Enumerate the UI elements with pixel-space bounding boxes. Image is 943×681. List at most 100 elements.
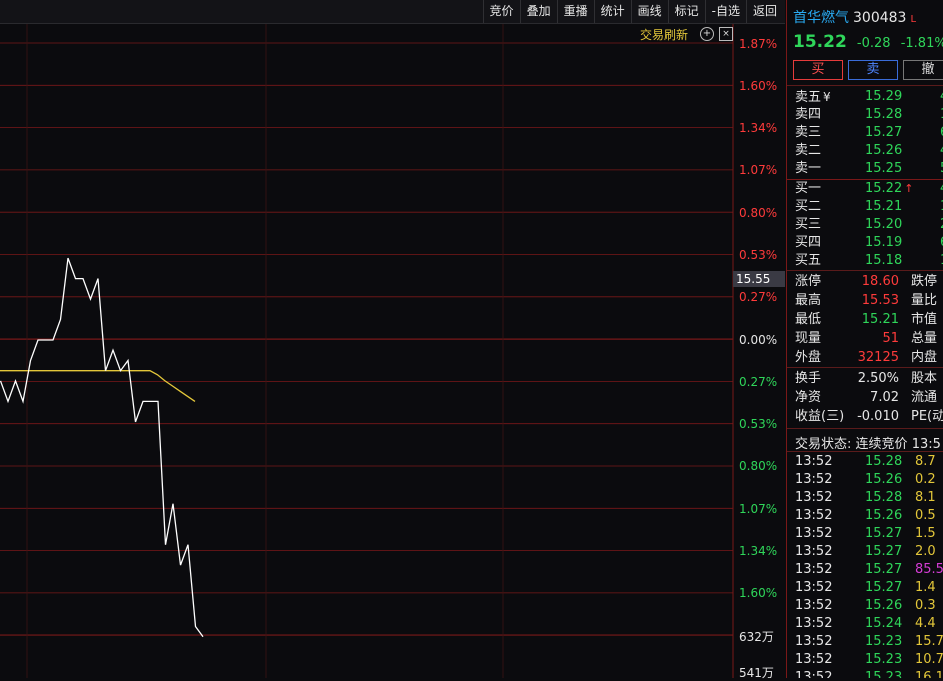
stock-name[interactable]: 首华燃气	[793, 10, 849, 26]
stat-label: 换手	[795, 371, 822, 386]
tick-price: 15.23	[865, 652, 903, 667]
tick-volume: 10.7	[915, 652, 943, 667]
divider	[787, 270, 943, 271]
arrow-up-icon: ↑	[904, 182, 914, 195]
price-row: 15.22 -0.28 -1.81%	[793, 32, 943, 52]
stat-label: 总量	[911, 331, 938, 346]
stat-label: 量比	[911, 293, 938, 308]
bid-price: 15.20	[865, 217, 903, 232]
stat-value: 15.53	[861, 293, 899, 308]
ask-level-label: 卖二	[795, 143, 822, 158]
y-axis-label: 0.53%	[739, 417, 778, 431]
stock-code: 300483	[853, 10, 907, 26]
tick-time: 13:52	[795, 598, 833, 613]
y-axis-label: 1.60%	[739, 79, 778, 93]
y-axis-label: 1.60%	[739, 586, 778, 600]
buy-button[interactable]: 买	[793, 60, 843, 80]
toolbar-mark-button[interactable]: 标记	[667, 0, 705, 23]
toolbar-remove-watchlist-button[interactable]: -自选	[704, 0, 746, 23]
toolbar-bidding-button[interactable]: 竞价	[482, 0, 520, 23]
tick-volume: 2.0	[915, 544, 936, 559]
divider	[787, 428, 943, 429]
y-axis-label: 1.87%	[739, 37, 778, 51]
cancel-order-button[interactable]: 撤	[903, 60, 943, 80]
tick-price: 15.26	[865, 598, 903, 613]
toolbar-back-button[interactable]: 返回	[745, 0, 783, 23]
y-axis-label: 1.07%	[739, 163, 778, 177]
y-axis-label: 1.34%	[739, 544, 778, 558]
stat-label: 股本	[911, 371, 938, 386]
y-axis-label: 0.00%	[739, 333, 778, 347]
bid-price: 15.22 ↑	[865, 181, 914, 196]
stat-value: 7.02	[870, 390, 899, 405]
zoom-in-icon[interactable]: +	[700, 27, 714, 41]
tick-volume: 8.7	[915, 454, 936, 469]
tick-price: 15.26	[865, 508, 903, 523]
tick-price: 15.23	[865, 670, 903, 678]
toolbar-stats-button[interactable]: 统计	[593, 0, 631, 23]
ask-level-label: 卖一	[795, 161, 822, 176]
tick-price: 15.28	[865, 454, 903, 469]
stock-header: 首华燃气 300483 L	[793, 7, 916, 27]
y-axis-label: 632万	[739, 630, 774, 644]
bid-level-label: 买三	[795, 217, 822, 232]
stat-label: 内盘	[911, 350, 938, 365]
tick-time: 13:52	[795, 490, 833, 505]
stat-value: 18.60	[861, 274, 899, 289]
tick-price: 15.27	[865, 580, 903, 595]
y-axis-label: 0.27%	[739, 290, 778, 304]
stat-value: 51	[882, 331, 899, 346]
toolbar-draw-button[interactable]: 画线	[630, 0, 668, 23]
price-change-pct: -1.81%	[900, 36, 943, 51]
tick-price: 15.24	[865, 616, 903, 631]
bid-level-label: 买二	[795, 199, 822, 214]
last-price: 15.22	[793, 32, 847, 52]
y-axis-label: 0.53%	[739, 248, 778, 262]
stat-label: 现量	[795, 331, 822, 346]
tick-time: 13:52	[795, 562, 833, 577]
tick-time: 13:52	[795, 634, 833, 649]
tick-volume: 4.4	[915, 616, 936, 631]
trade-refresh-label[interactable]: 交易刷新	[640, 26, 688, 43]
trade-status-value: 连续竞价	[855, 437, 908, 452]
tick-time: 13:52	[795, 580, 833, 595]
toolbar-replay-button[interactable]: 重播	[556, 0, 594, 23]
tick-price: 15.26	[865, 472, 903, 487]
sell-button[interactable]: 卖	[848, 60, 898, 80]
tick-volume: 8.1	[915, 490, 936, 505]
bid-level-label: 买一	[795, 181, 822, 196]
stat-value: 15.21	[861, 312, 899, 327]
intraday-chart[interactable]: 交易刷新 + × 15.55 1.87% 1.60% 1.34% 1.07% 0.80%…	[0, 24, 785, 680]
trade-status-label: 交易状态:	[795, 437, 852, 452]
y-axis-label: 1.07%	[739, 502, 778, 516]
tick-volume: 0.2	[915, 472, 936, 487]
toolbar-overlay-button[interactable]: 叠加	[519, 0, 557, 23]
trade-buttons: 买 卖 撤	[793, 60, 943, 80]
bid-price: 15.19	[865, 235, 903, 250]
close-icon[interactable]: ×	[719, 27, 733, 41]
y-axis-label: 541万	[739, 666, 774, 680]
trade-status-time: 13:5	[911, 437, 941, 452]
ask-price: 15.29	[865, 89, 903, 104]
divider	[787, 451, 943, 452]
stat-label: 外盘	[795, 350, 822, 365]
tick-time: 13:52	[795, 526, 833, 541]
tick-volume: 1.5	[915, 526, 936, 541]
ask-level-label: 卖四	[795, 107, 822, 122]
stat-label: 市值	[911, 312, 938, 327]
stat-value: 2.50%	[857, 371, 899, 386]
tick-volume: 1.4	[915, 580, 936, 595]
price-change: -0.28	[856, 36, 891, 51]
tick-volume: 0.3	[915, 598, 936, 613]
tick-price: 15.27	[865, 562, 903, 577]
ask-price: 15.25	[865, 161, 903, 176]
chart-canvas	[0, 24, 734, 678]
tick-time: 13:52	[795, 652, 833, 667]
divider	[787, 367, 943, 368]
tick-time: 13:52	[795, 544, 833, 559]
price-line	[0, 257, 204, 638]
ask-price: 15.27	[865, 125, 903, 140]
stat-label: 净资	[795, 390, 822, 405]
bid-level-label: 买五	[795, 253, 822, 268]
stat-label: 最低	[795, 312, 822, 327]
